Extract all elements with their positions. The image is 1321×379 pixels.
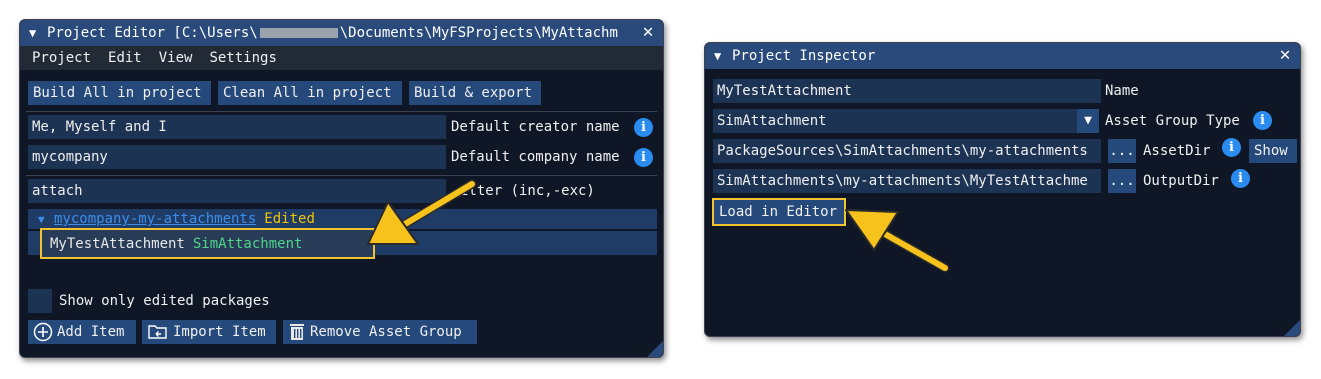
asset-dir-label: AssetDir — [1143, 143, 1211, 159]
creator-name-label: Default creator name — [451, 119, 620, 135]
asset-tree-item[interactable]: MyTestAttachment SimAttachment — [40, 228, 375, 259]
load-in-editor-button[interactable]: Load in Editor — [712, 198, 846, 226]
project-inspector-titlebar[interactable]: ▼ Project Inspector ✕ — [705, 43, 1300, 69]
info-icon[interactable]: i — [1222, 138, 1241, 157]
asset-group-type-label: Asset Group Type — [1105, 113, 1240, 129]
menu-edit[interactable]: Edit — [108, 50, 142, 66]
menu-bar: Project Edit View Settings — [20, 46, 663, 70]
info-icon[interactable]: i — [1231, 169, 1250, 188]
window-title: Project Inspector — [732, 48, 876, 64]
asset-dir-browse-button[interactable]: ... — [1108, 139, 1136, 163]
chevron-down-icon[interactable]: ▼ — [1077, 109, 1099, 133]
package-status: Edited — [264, 211, 315, 227]
separator — [26, 111, 657, 112]
asset-name: MyTestAttachment — [50, 235, 185, 252]
menu-project[interactable]: Project — [32, 50, 91, 66]
add-item-label: Add Item — [57, 324, 125, 340]
name-label: Name — [1105, 83, 1139, 99]
pointer-arrow-right — [845, 209, 950, 273]
asset-group-type-select[interactable]: SimAttachment — [713, 109, 1079, 133]
info-icon[interactable]: i — [634, 118, 653, 137]
resize-grip[interactable] — [1284, 320, 1300, 336]
package-name[interactable]: mycompany-my-attachments — [54, 211, 256, 227]
asset-dir-input[interactable]: PackageSources\SimAttachments\my-attachm… — [713, 139, 1101, 163]
company-name-label: Default company name — [451, 149, 620, 165]
redacted-username — [259, 28, 338, 38]
show-only-edited-checkbox[interactable] — [28, 289, 52, 313]
project-inspector-window: ▼ Project Inspector ✕ MyTestAttachment N… — [704, 42, 1301, 337]
import-item-label: Import Item — [173, 324, 266, 340]
info-icon[interactable]: i — [1253, 111, 1272, 130]
separator — [26, 175, 657, 176]
remove-asset-group-button[interactable]: Remove Asset Group — [283, 320, 477, 344]
collapse-triangle-icon[interactable]: ▼ — [29, 26, 43, 40]
add-item-button[interactable]: Add Item — [28, 320, 136, 344]
collapse-triangle-icon[interactable]: ▼ — [714, 49, 728, 63]
tree-expand-icon[interactable]: ▼ — [38, 213, 45, 226]
plus-circle-icon — [33, 322, 53, 342]
project-editor-window: ▼ Project Editor [C:\Users\ \Documents\My… — [19, 19, 664, 358]
resize-grip[interactable] — [647, 341, 663, 357]
pointer-arrow-left — [367, 179, 477, 245]
output-dir-input[interactable]: SimAttachments\my-attachments\MyTestAtta… — [713, 169, 1101, 193]
info-icon[interactable]: i — [634, 148, 653, 167]
menu-settings[interactable]: Settings — [209, 50, 276, 66]
close-icon[interactable]: ✕ — [1276, 45, 1294, 65]
clean-all-button[interactable]: Clean All in project — [218, 81, 402, 105]
folder-import-icon — [148, 325, 167, 339]
creator-name-input[interactable]: Me, Myself and I — [28, 115, 446, 139]
project-editor-titlebar[interactable]: ▼ Project Editor [C:\Users\ \Documents\My… — [20, 20, 663, 46]
name-input[interactable]: MyTestAttachment — [713, 79, 1101, 103]
asset-type: SimAttachment — [192, 235, 303, 252]
remove-asset-group-label: Remove Asset Group — [310, 324, 462, 340]
import-item-button[interactable]: Import Item — [142, 320, 276, 344]
build-all-button[interactable]: Build All in project — [28, 81, 211, 105]
trash-icon — [290, 324, 304, 340]
package-tree-node[interactable]: ▼ mycompany-my-attachments Edited — [28, 209, 657, 229]
menu-view[interactable]: View — [159, 50, 193, 66]
window-title: Project Editor [C:\Users\ \Documents\MyFS… — [47, 25, 618, 41]
output-dir-label: OutputDir — [1143, 173, 1219, 189]
build-export-button[interactable]: Build & export — [409, 81, 541, 105]
show-button[interactable]: Show — [1249, 139, 1297, 163]
company-name-input[interactable]: mycompany — [28, 145, 446, 169]
output-dir-browse-button[interactable]: ... — [1108, 169, 1136, 193]
show-only-edited-label: Show only edited packages — [59, 293, 270, 309]
close-icon[interactable]: ✕ — [639, 22, 657, 42]
